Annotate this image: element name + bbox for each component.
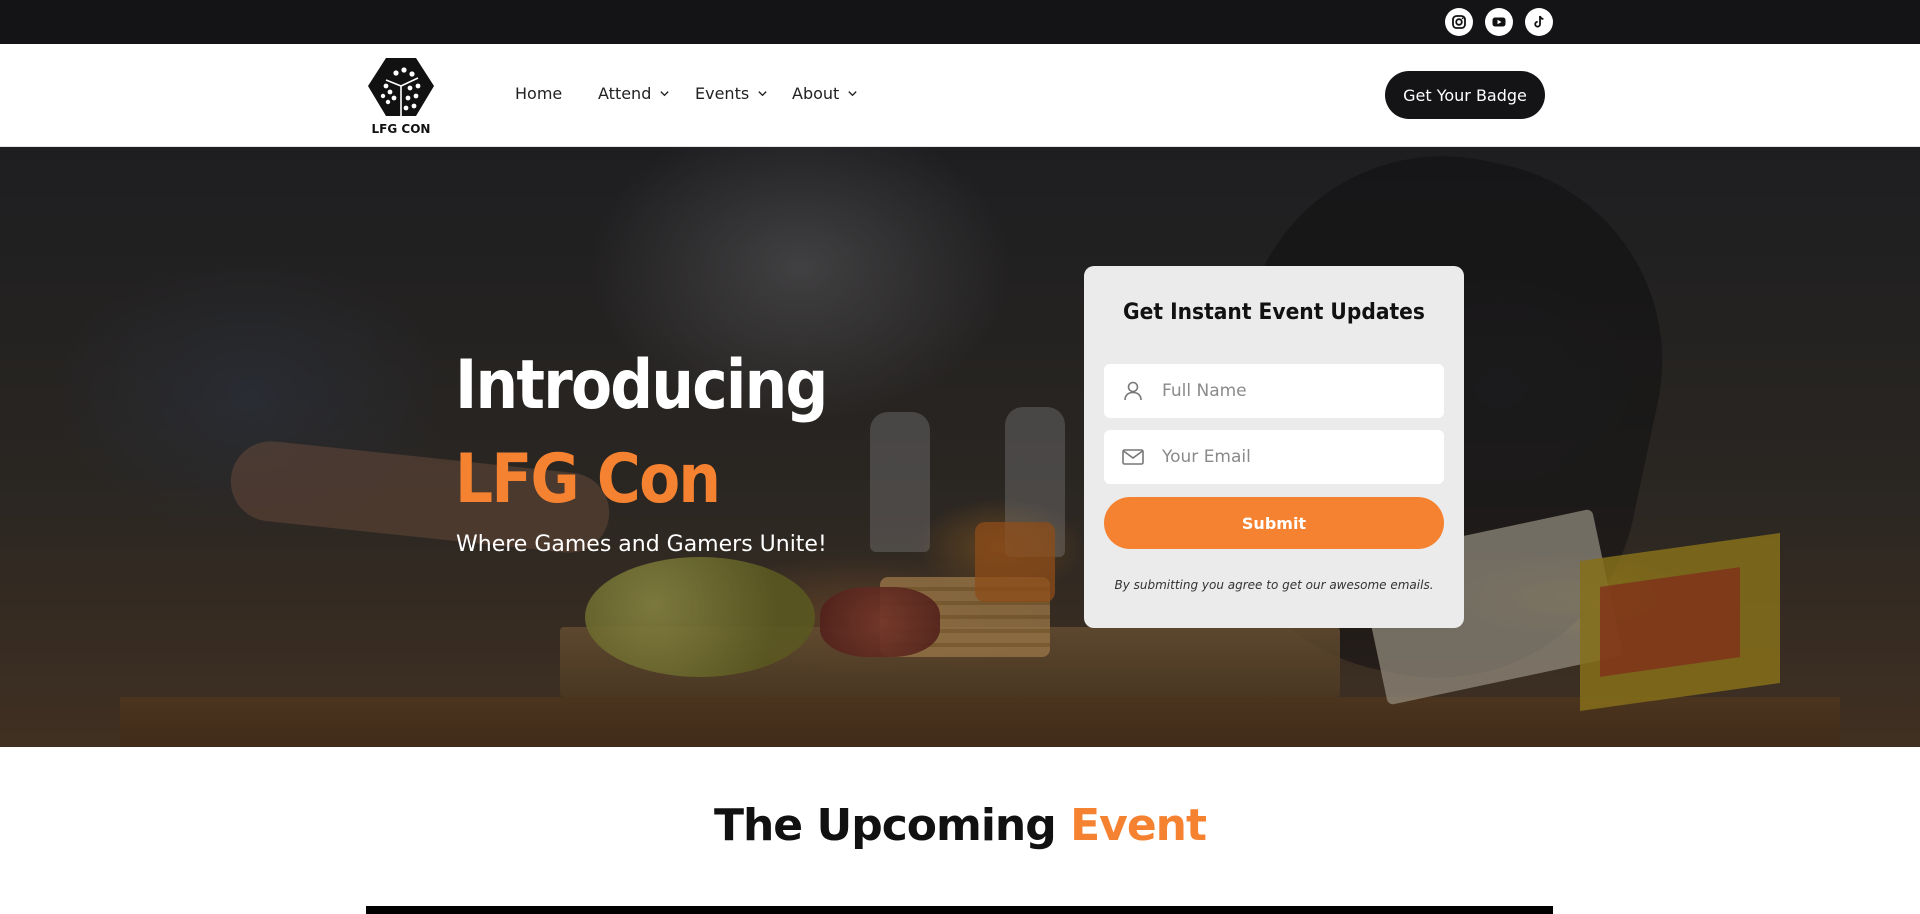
logo-text: LFG CON — [371, 122, 431, 136]
event-banner — [366, 906, 1553, 914]
hero-section: Introducing LFG Con Where Games and Game… — [0, 147, 1920, 747]
heading-accent: Event — [1070, 800, 1207, 851]
hero-subtitle: Where Games and Gamers Unite! — [456, 532, 827, 557]
main-nav: LFG CON Home Attend Events About Get You… — [0, 44, 1920, 147]
hero-title-accent: LFG Con — [455, 440, 721, 519]
hero-title: Introducing — [455, 346, 828, 425]
nav-events-label: Events — [695, 84, 750, 103]
chevron-down-icon — [758, 91, 767, 97]
nav-about[interactable]: About — [792, 84, 858, 103]
dice-logo-icon — [368, 58, 434, 116]
upcoming-event-heading: The Upcoming Event — [0, 800, 1920, 851]
submit-button[interactable]: Submit — [1104, 497, 1444, 549]
form-disclaimer: By submitting you agree to get our aweso… — [1114, 578, 1434, 592]
full-name-field[interactable] — [1104, 364, 1444, 418]
youtube-icon[interactable] — [1485, 8, 1513, 36]
tiktok-icon[interactable] — [1525, 8, 1553, 36]
nav-attend[interactable]: Attend — [598, 84, 670, 103]
site-logo[interactable]: LFG CON — [366, 56, 436, 140]
chevron-down-icon — [848, 91, 857, 97]
nav-home-label: Home — [515, 84, 563, 103]
chevron-down-icon — [660, 91, 670, 97]
nav-about-label: About — [792, 84, 840, 103]
event-updates-form: Get Instant Event Updates Submit By subm… — [1084, 266, 1464, 628]
nav-attend-label: Attend — [598, 84, 652, 103]
nav-events[interactable]: Events — [695, 84, 768, 103]
full-name-input[interactable] — [1162, 381, 1432, 401]
user-icon — [1104, 380, 1162, 402]
instagram-icon[interactable] — [1445, 8, 1473, 36]
email-field[interactable] — [1104, 430, 1444, 484]
top-bar — [0, 0, 1920, 44]
nav-home[interactable]: Home — [515, 84, 562, 103]
form-title: Get Instant Event Updates — [1123, 300, 1425, 325]
get-badge-button[interactable]: Get Your Badge — [1385, 71, 1545, 119]
email-input[interactable] — [1162, 447, 1432, 467]
heading-part1: The Upcoming — [713, 800, 1057, 851]
mail-icon — [1104, 447, 1162, 467]
